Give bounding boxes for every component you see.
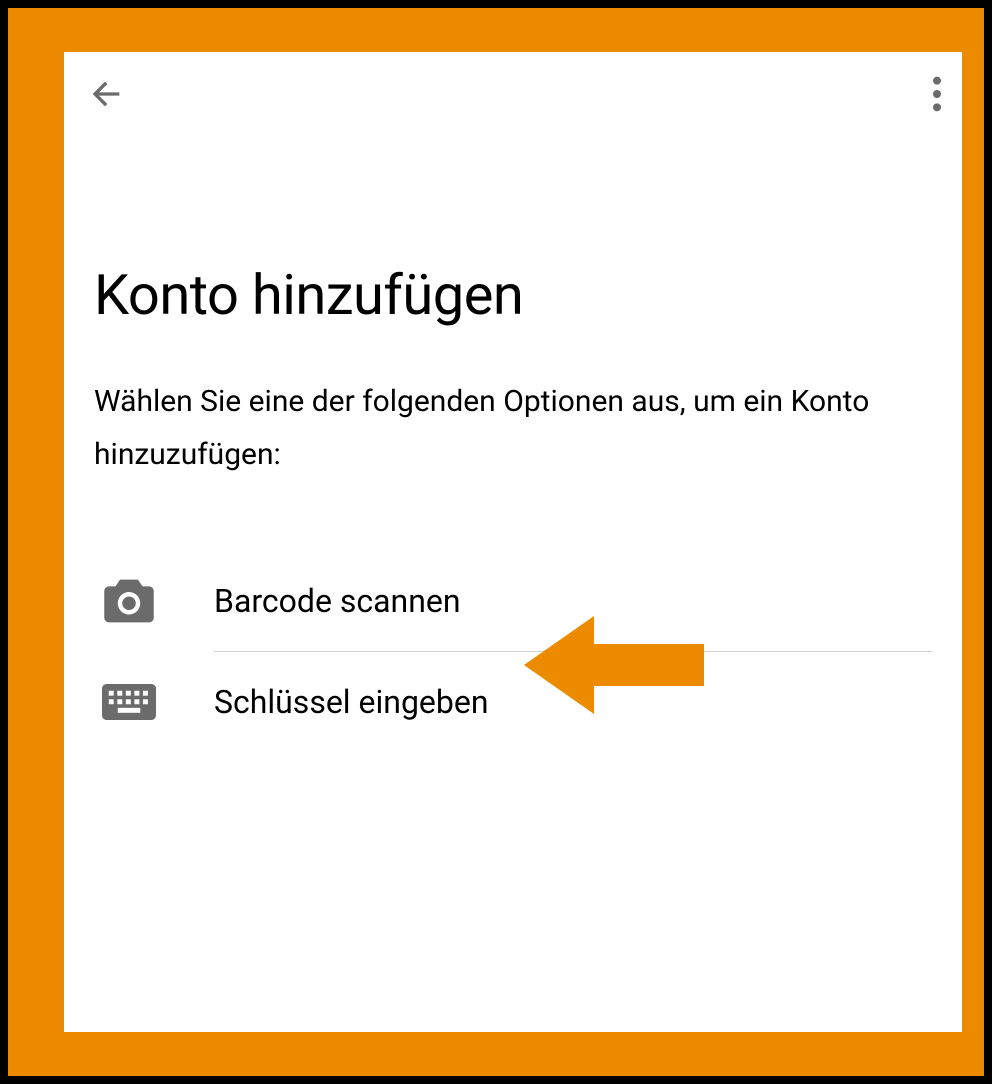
page-description: Wählen Sie eine der folgenden Optionen a… — [94, 376, 932, 481]
camera-icon — [102, 577, 156, 625]
app-screen: Konto hinzufügen Wählen Sie eine der fol… — [64, 52, 962, 1032]
page-title: Konto hinzufügen — [94, 262, 932, 328]
option-enter-key[interactable]: Schlüssel eingeben — [94, 652, 932, 752]
frame-border: Konto hinzufügen Wählen Sie eine der fol… — [8, 8, 984, 1076]
option-list: Barcode scannen — [94, 551, 932, 752]
content-area: Konto hinzufügen Wählen Sie eine der fol… — [64, 132, 962, 752]
top-bar — [64, 52, 962, 132]
option-icon-wrap — [94, 577, 214, 625]
keyboard-icon — [102, 682, 156, 722]
more-vertical-icon — [932, 74, 942, 114]
option-label-scan: Barcode scannen — [214, 582, 932, 620]
option-label-key: Schlüssel eingeben — [214, 683, 932, 721]
more-menu-button[interactable] — [922, 70, 952, 118]
option-icon-wrap — [94, 682, 214, 722]
back-arrow-icon — [86, 74, 126, 114]
option-scan-barcode[interactable]: Barcode scannen — [94, 551, 932, 651]
back-button[interactable] — [82, 70, 130, 118]
